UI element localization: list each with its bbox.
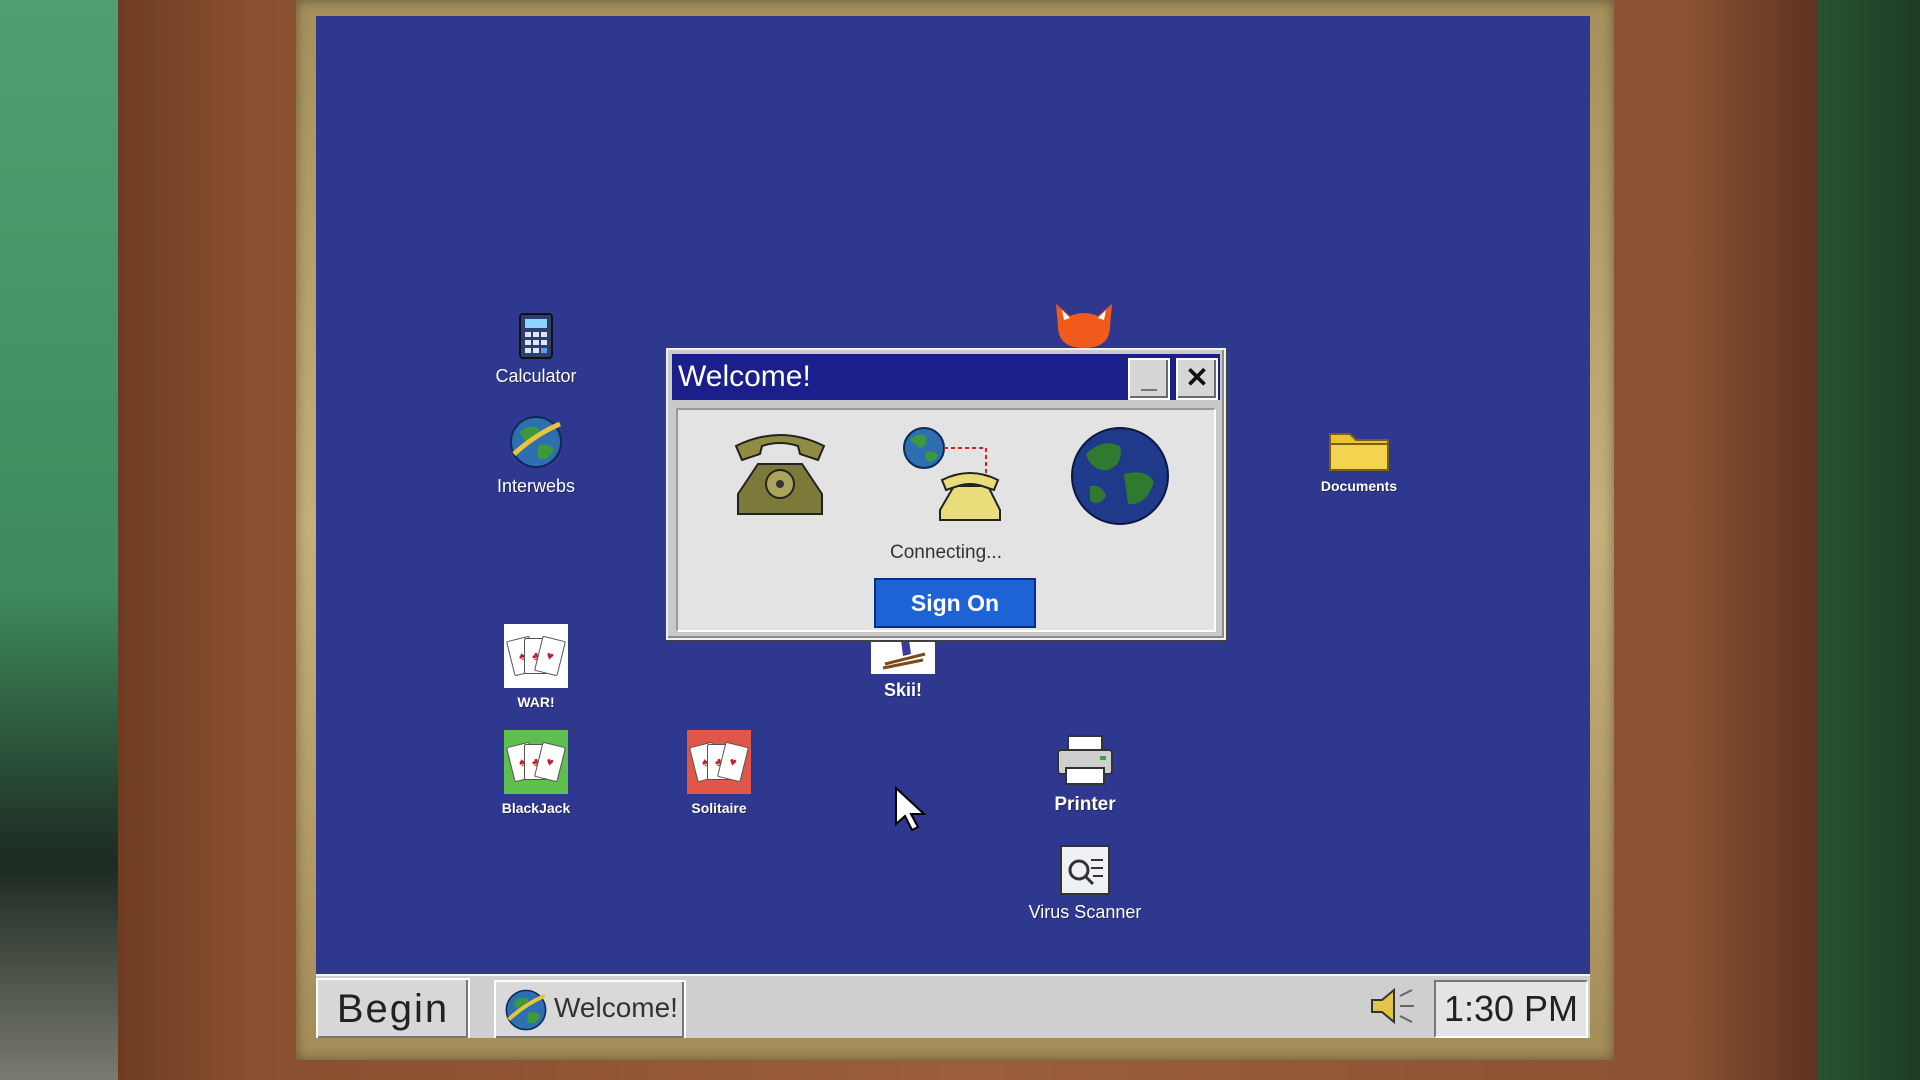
cards-icon: ♠ ♣ ♥ <box>504 624 568 688</box>
minimize-icon: _ <box>1141 362 1157 393</box>
folder-icon <box>1329 433 1389 471</box>
icon-label: Printer <box>1054 794 1116 815</box>
connection-icon <box>903 427 1001 521</box>
title-bar[interactable]: Welcome! _ ✕ <box>672 354 1220 400</box>
taskbar-item-welcome[interactable]: Welcome! <box>494 980 686 1038</box>
taskbar-item-label: Welcome! <box>554 992 678 1023</box>
begin-button[interactable]: Begin <box>316 978 470 1038</box>
virus-scanner-icon <box>1060 845 1110 895</box>
icon-label: Documents <box>1320 478 1398 494</box>
printer-icon <box>1057 735 1113 785</box>
icon-label: WAR! <box>517 694 555 710</box>
cards-icon: ♠ ♣ ♥ <box>504 730 568 794</box>
globe-icon <box>505 989 547 1031</box>
telephone-icon <box>734 434 826 515</box>
icon-label: Calculator <box>495 366 577 386</box>
desktop-icon-printer[interactable]: Printer <box>1010 734 1160 816</box>
dialog-content: Connecting... Sign On <box>676 408 1216 632</box>
close-button[interactable]: ✕ <box>1176 358 1218 400</box>
taskbar: Begin Welcome! 1:30 PM <box>316 974 1590 1038</box>
calculator-icon <box>519 313 553 359</box>
minimize-button[interactable]: _ <box>1128 358 1170 400</box>
globe-icon <box>510 416 562 468</box>
desktop-icon-documents[interactable]: Documents <box>1284 426 1434 494</box>
window-title: Welcome! <box>678 360 811 393</box>
close-icon: ✕ <box>1185 362 1209 393</box>
icon-label: Solitaire <box>691 800 747 816</box>
welcome-dialog: Welcome! _ ✕ Connecting... Sign On <box>666 348 1226 640</box>
desktop-icon-calculator[interactable]: Calculator <box>461 312 611 387</box>
desktop-icon-virus-scanner[interactable]: Virus Scanner <box>1010 844 1160 923</box>
cat-mascot-icon <box>1056 304 1112 348</box>
desktop-icon-blackjack[interactable]: ♠ ♣ ♥ BlackJack <box>461 730 611 816</box>
icon-label: Interwebs <box>496 476 576 496</box>
earth-icon <box>1071 427 1169 525</box>
mouse-cursor-icon <box>895 786 927 832</box>
icon-label: Skii! <box>883 680 922 700</box>
icon-label: Virus Scanner <box>1028 902 1142 922</box>
room-background-left <box>0 0 130 1080</box>
desktop-icon-war[interactable]: ♠ ♣ ♥ WAR! <box>461 624 611 710</box>
desktop-screen: Calculator Interwebs Documents ♠ ♣ ♥ WAR… <box>316 16 1590 1038</box>
desktop-icon-solitaire[interactable]: ♠ ♣ ♥ Solitaire <box>644 730 794 816</box>
speaker-icon[interactable] <box>1368 986 1418 1026</box>
desktop-icon-interwebs[interactable]: Interwebs <box>461 414 611 497</box>
cards-icon: ♠ ♣ ♥ <box>687 730 751 794</box>
sign-on-button[interactable]: Sign On <box>874 578 1036 628</box>
icon-label: BlackJack <box>501 800 571 816</box>
clock: 1:30 PM <box>1434 980 1588 1038</box>
connection-status: Connecting... <box>890 542 1002 563</box>
